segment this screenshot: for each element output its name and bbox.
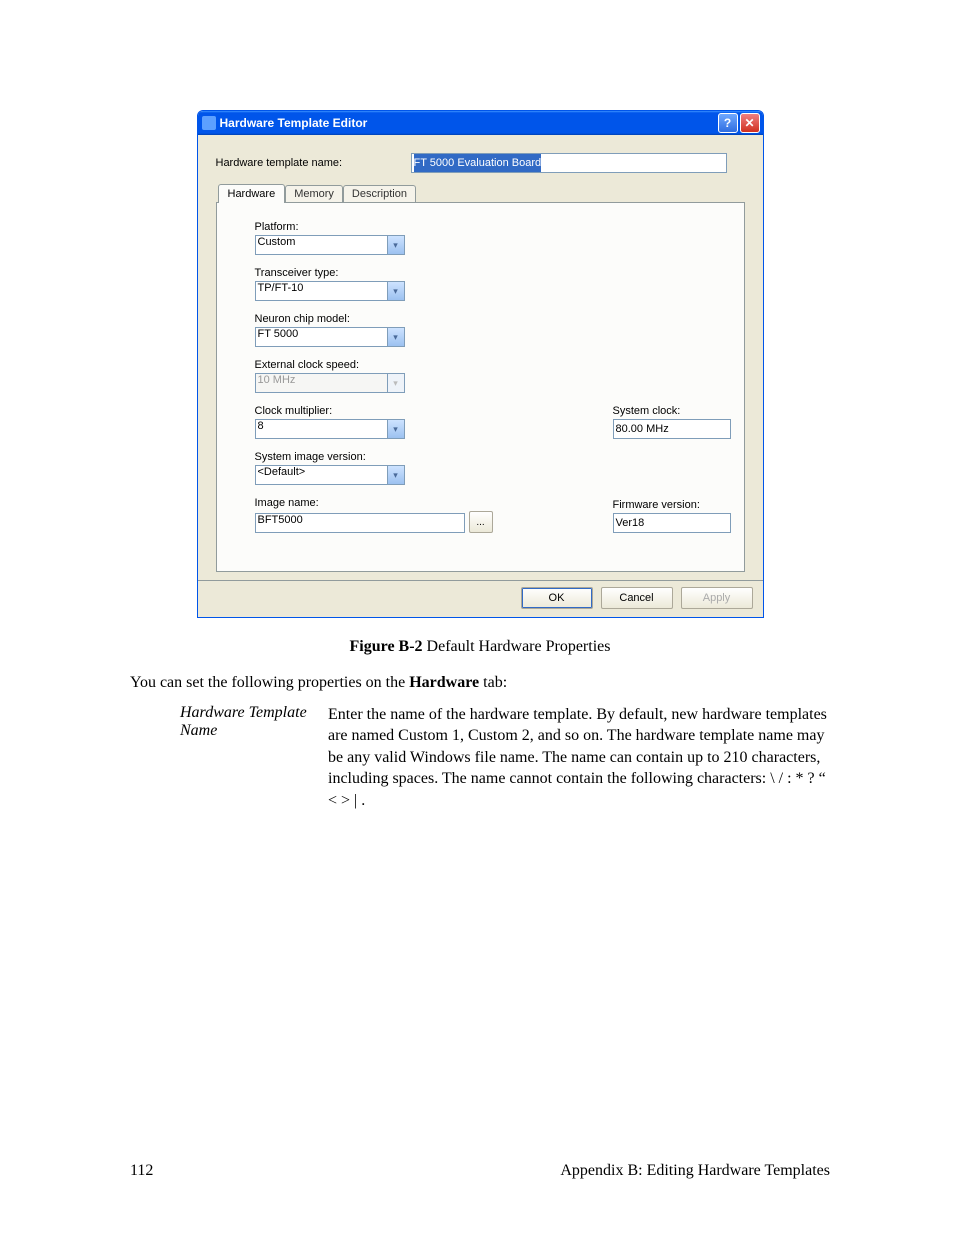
- neuron-combo[interactable]: FT 5000 ▾: [255, 327, 405, 347]
- clock-multiplier-label: Clock multiplier:: [255, 405, 493, 417]
- external-clock-label: External clock speed:: [255, 359, 722, 371]
- neuron-label: Neuron chip model:: [255, 313, 722, 325]
- close-button[interactable]: ✕: [740, 113, 760, 133]
- external-clock-combo: 10 MHz ▾: [255, 373, 405, 393]
- chevron-down-icon[interactable]: ▾: [387, 419, 405, 439]
- title-bar[interactable]: Hardware Template Editor ? ✕: [198, 111, 763, 135]
- definition-term: Hardware Template Name: [180, 704, 308, 812]
- app-icon: [202, 116, 216, 130]
- window-title: Hardware Template Editor: [220, 116, 368, 130]
- tabstrip: Hardware Memory Description: [218, 183, 745, 202]
- appendix-label: Appendix B: Editing Hardware Templates: [560, 1162, 830, 1180]
- chevron-down-icon[interactable]: ▾: [387, 465, 405, 485]
- system-clock-label: System clock:: [613, 405, 731, 417]
- firmware-version-label: Firmware version:: [613, 499, 731, 511]
- dialog-footer: OK Cancel Apply: [198, 580, 763, 617]
- firmware-version-value: Ver18: [613, 513, 731, 533]
- system-clock-value: 80.00 MHz: [613, 419, 731, 439]
- tab-memory[interactable]: Memory: [285, 185, 343, 202]
- hardware-template-editor-dialog: Hardware Template Editor ? ✕ Hardware te…: [197, 110, 764, 618]
- transceiver-combo[interactable]: TP/FT-10 ▾: [255, 281, 405, 301]
- chevron-down-icon: ▾: [387, 373, 405, 393]
- chevron-down-icon[interactable]: ▾: [387, 281, 405, 301]
- figure-caption: Figure B-2 Default Hardware Properties: [130, 638, 830, 656]
- image-name-label: Image name:: [255, 497, 493, 509]
- browse-button[interactable]: ...: [469, 511, 493, 533]
- image-name-input[interactable]: BFT5000: [255, 513, 465, 533]
- help-button[interactable]: ?: [718, 113, 738, 133]
- platform-combo[interactable]: Custom ▾: [255, 235, 405, 255]
- cancel-button[interactable]: Cancel: [601, 587, 673, 609]
- template-name-input[interactable]: FT 5000 Evaluation Board: [411, 153, 727, 173]
- chevron-down-icon[interactable]: ▾: [387, 235, 405, 255]
- system-image-label: System image version:: [255, 451, 493, 463]
- definition-description: Enter the name of the hardware template.…: [328, 704, 830, 812]
- intro-paragraph: You can set the following properties on …: [130, 672, 830, 694]
- apply-button: Apply: [681, 587, 753, 609]
- hardware-tab-panel: Platform: Custom ▾ Transceiver type: TP/…: [216, 202, 745, 572]
- template-name-label: Hardware template name:: [216, 157, 411, 169]
- transceiver-label: Transceiver type:: [255, 267, 722, 279]
- chevron-down-icon[interactable]: ▾: [387, 327, 405, 347]
- page-number: 112: [130, 1162, 153, 1180]
- tab-hardware[interactable]: Hardware: [218, 184, 286, 203]
- tab-description[interactable]: Description: [343, 185, 416, 202]
- system-image-combo[interactable]: <Default> ▾: [255, 465, 405, 485]
- clock-multiplier-combo[interactable]: 8 ▾: [255, 419, 405, 439]
- platform-label: Platform:: [255, 221, 722, 233]
- ok-button[interactable]: OK: [521, 587, 593, 609]
